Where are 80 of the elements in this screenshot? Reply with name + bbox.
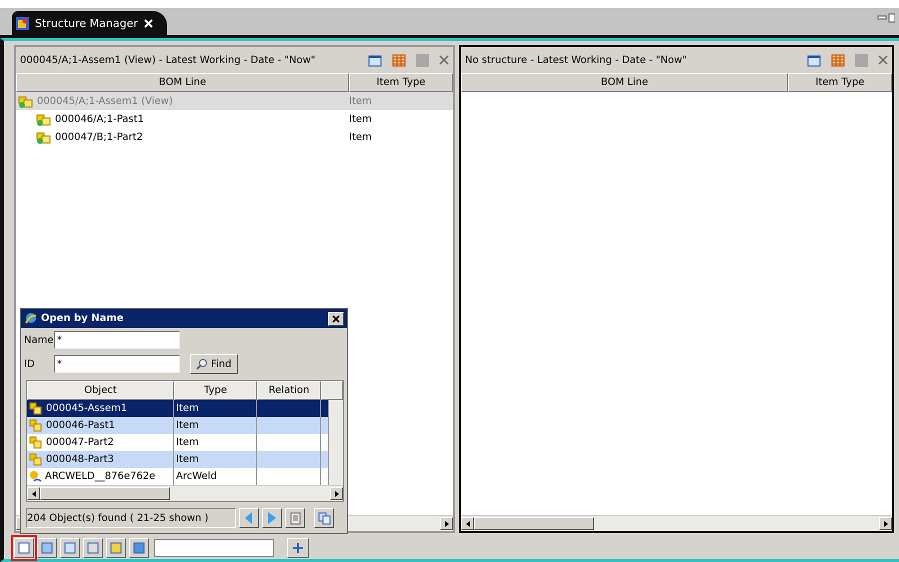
type-text: Item: [176, 420, 199, 431]
column-header[interactable]: Item Type: [788, 73, 892, 92]
object-text: 000045-Assem1: [46, 403, 128, 414]
pane-title: No structure - Latest Working - Date - "Now": [465, 54, 687, 66]
bom-line-text: 000045/A;1-Assem1 (View): [37, 96, 173, 106]
dialog-title: Open by Name: [41, 313, 124, 324]
right-arrow-icon: [268, 512, 276, 524]
app-icon: [16, 16, 29, 30]
table-row[interactable]: 000045-Assem1 Item: [27, 400, 343, 417]
toolbar-button[interactable]: [83, 538, 103, 558]
tree-row[interactable]: 000046/A;1-Past1 Item: [16, 110, 453, 128]
pane-title: 000045/A;1-Assem1 (View) - Latest Working - Date - "Now": [20, 54, 316, 66]
list-button[interactable]: [285, 508, 305, 528]
grid-icon[interactable]: [831, 54, 845, 66]
horizontal-scrollbar[interactable]: [461, 515, 892, 531]
type-text: Item: [176, 454, 199, 465]
column-header[interactable]: Type: [174, 381, 257, 400]
copy-icon: [318, 512, 330, 524]
toolbar-button[interactable]: [37, 538, 57, 558]
tree-row[interactable]: 000047/B;1-Part2 Item: [16, 128, 453, 146]
item-type-text: Item: [349, 114, 373, 124]
add-button[interactable]: +: [287, 538, 309, 558]
app-icon: [24, 312, 38, 325]
table-row[interactable]: 000047-Part2 Item: [27, 434, 343, 451]
object-text: ARCWELD__876e762e: [45, 471, 156, 482]
column-header[interactable]: BOM Line: [461, 73, 788, 92]
parts-icon: [29, 453, 43, 466]
object-text: 000046-Past1: [46, 420, 115, 431]
parts-icon: [36, 112, 52, 126]
column-header[interactable]: BOM Line: [16, 73, 349, 92]
horizontal-scrollbar[interactable]: [27, 485, 343, 501]
right-arrow-icon[interactable]: [444, 520, 448, 526]
window-icon[interactable]: [368, 54, 382, 66]
left-arrow-icon[interactable]: [466, 520, 470, 526]
type-text: Item: [176, 437, 199, 448]
window-icon[interactable]: [807, 54, 821, 66]
item-type-text: Item: [349, 132, 373, 142]
right-arrow-icon[interactable]: [884, 520, 888, 526]
field-label: ID: [24, 358, 36, 370]
weld-icon: [29, 470, 42, 483]
column-header[interactable]: Item Type: [349, 73, 453, 92]
column-header[interactable]: [321, 381, 343, 400]
left-arrow-icon[interactable]: [32, 490, 36, 496]
parts-icon: [29, 402, 43, 415]
input-field[interactable]: [154, 539, 274, 557]
input-field[interactable]: *: [54, 355, 180, 373]
input-field[interactable]: *: [54, 331, 180, 349]
previous-button[interactable]: [239, 508, 259, 528]
bom-line-text: 000047/B;1-Part2: [55, 132, 143, 142]
right-arrow-icon[interactable]: [334, 490, 338, 496]
copy-button[interactable]: [314, 508, 334, 528]
grid-icon[interactable]: [392, 54, 406, 66]
type-text: Item: [176, 403, 199, 414]
close-button[interactable]: [328, 312, 344, 326]
next-button[interactable]: [262, 508, 282, 528]
column-header[interactable]: Relation: [257, 381, 321, 400]
toolbar-button[interactable]: [129, 538, 149, 558]
item-type-text: Item: [349, 96, 373, 106]
toolbar-button[interactable]: [106, 538, 126, 558]
parts-icon: [29, 436, 43, 449]
search-icon: [196, 358, 208, 370]
parts-icon: [36, 130, 52, 144]
bom-line-text: 000046/A;1-Past1: [55, 114, 144, 124]
parts-icon: [29, 419, 43, 432]
column-header[interactable]: Object: [27, 381, 174, 400]
parts-icon: [18, 94, 34, 108]
toolbar-button[interactable]: [60, 538, 80, 558]
structure-manager-tab[interactable]: Structure Manager: [12, 11, 167, 35]
left-arrow-icon: [245, 512, 253, 524]
find-button[interactable]: Find: [190, 354, 238, 374]
table-row[interactable]: 000048-Part3 Item: [27, 451, 343, 468]
object-text: 000048-Part3: [46, 454, 114, 465]
close-icon: [332, 314, 340, 322]
minimize-icon[interactable]: [877, 13, 895, 23]
table-row[interactable]: 000046-Past1 Item: [27, 417, 343, 434]
status-text: 204 Object(s) found ( 21-25 shown ): [26, 508, 236, 528]
toolbar-button[interactable]: [14, 538, 34, 558]
object-text: 000047-Part2: [46, 437, 114, 448]
type-text: ArcWeld: [176, 471, 217, 482]
table-row[interactable]: ARCWELD__876e762e ArcWeld: [27, 468, 343, 485]
